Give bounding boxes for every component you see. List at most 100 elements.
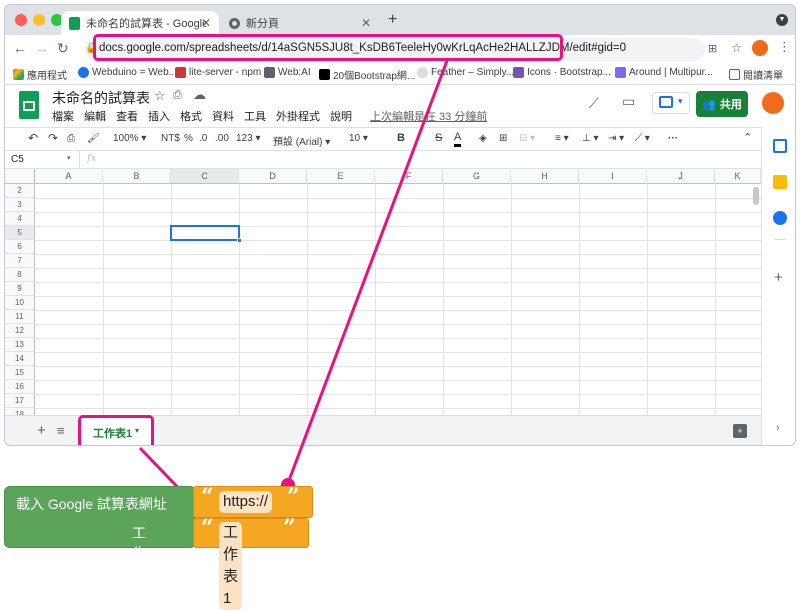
paint-format-icon[interactable]: 🖌 bbox=[87, 133, 100, 144]
vertical-align-icon[interactable]: ⊥ ▾ bbox=[582, 133, 599, 144]
row-header[interactable]: 2 bbox=[5, 184, 35, 198]
row-header[interactable]: 7 bbox=[5, 254, 35, 268]
row-header[interactable]: 8 bbox=[5, 268, 35, 282]
text-color-button[interactable]: A bbox=[454, 131, 462, 147]
italic-button[interactable]: I bbox=[417, 132, 420, 144]
comments-icon[interactable]: ▭ bbox=[622, 93, 635, 110]
column-header[interactable]: H bbox=[511, 169, 579, 184]
column-header[interactable]: F bbox=[375, 169, 443, 184]
menu-insert[interactable]: 插入 bbox=[148, 108, 170, 124]
select-all-corner[interactable] bbox=[5, 169, 35, 184]
merge-cells-icon[interactable]: ⊟ ▾ bbox=[519, 133, 535, 144]
bookmark-apps[interactable]: 應用程式 bbox=[13, 67, 67, 82]
bookmark-webduino[interactable]: Webduino = Web... bbox=[78, 67, 177, 78]
sheet-value-field[interactable]: 工作表1 bbox=[219, 522, 243, 610]
formula-input[interactable] bbox=[105, 151, 755, 169]
currency-button[interactable]: NT$ bbox=[161, 133, 180, 144]
tab-close-icon[interactable]: ✕ bbox=[201, 16, 211, 30]
tasks-icon[interactable] bbox=[773, 211, 787, 225]
menu-edit[interactable]: 編輯 bbox=[84, 108, 106, 124]
horizontal-align-icon[interactable]: ≡ ▾ bbox=[555, 133, 569, 144]
menu-view[interactable]: 查看 bbox=[116, 108, 138, 124]
new-tab-icon[interactable]: + bbox=[388, 11, 397, 29]
tab-sheets[interactable]: 未命名的試算表 - Google 試算表 ✕ bbox=[61, 11, 219, 35]
selected-cell-c5[interactable] bbox=[170, 225, 242, 243]
add-addon-icon[interactable]: + bbox=[774, 269, 783, 286]
font-select[interactable]: 預設 (Arial) ▾ bbox=[273, 133, 330, 148]
font-size-select[interactable]: 10 ▾ bbox=[349, 133, 368, 144]
percent-button[interactable]: % bbox=[184, 133, 193, 144]
row-header[interactable]: 18 bbox=[5, 408, 35, 415]
calendar-icon[interactable] bbox=[773, 139, 787, 153]
column-header[interactable]: G bbox=[443, 169, 511, 184]
bookmark-lite-server[interactable]: lite-server - npm bbox=[175, 67, 261, 78]
column-header[interactable]: B bbox=[103, 169, 171, 184]
chevron-down-icon[interactable]: ▾ bbox=[67, 154, 71, 162]
menu-data[interactable]: 資料 bbox=[212, 108, 234, 124]
row-header[interactable]: 9 bbox=[5, 282, 35, 296]
all-sheets-icon[interactable]: ≡ bbox=[57, 423, 65, 438]
row-header[interactable]: 13 bbox=[5, 338, 35, 352]
row-header[interactable]: 10 bbox=[5, 296, 35, 310]
text-wrap-icon[interactable]: ⇥ ▾ bbox=[608, 133, 624, 144]
undo-icon[interactable]: ↶ bbox=[28, 131, 38, 145]
more-formats-select[interactable]: 123 ▾ bbox=[236, 133, 261, 144]
reload-icon[interactable]: ↻ bbox=[57, 40, 69, 57]
fill-handle[interactable] bbox=[237, 238, 242, 243]
menu-format[interactable]: 格式 bbox=[180, 108, 202, 124]
tab-new[interactable]: 新分頁 ✕ bbox=[221, 11, 379, 35]
url-value-field[interactable]: https:// bbox=[219, 491, 273, 513]
spreadsheet-grid[interactable]: A B C D E F G H I J K 2 3 4 5 6 7 8 9 10… bbox=[5, 169, 761, 415]
print-icon[interactable]: ⎙ bbox=[67, 133, 75, 144]
move-folder-icon[interactable]: ⎙ bbox=[173, 89, 182, 102]
column-header[interactable]: E bbox=[307, 169, 375, 184]
text-rotate-icon[interactable]: ⟋ ▾ bbox=[635, 133, 650, 144]
bold-button[interactable]: B bbox=[397, 132, 405, 144]
menu-tools[interactable]: 工具 bbox=[244, 108, 266, 124]
column-header[interactable]: D bbox=[239, 169, 307, 184]
column-header[interactable]: I bbox=[579, 169, 647, 184]
tab-search-icon[interactable]: ▼ bbox=[776, 14, 788, 26]
row-header[interactable]: 14 bbox=[5, 352, 35, 366]
increase-decimal-button[interactable]: .00 bbox=[215, 133, 229, 144]
row-header[interactable]: 4 bbox=[5, 212, 35, 226]
activity-trend-icon[interactable]: ⟋ bbox=[589, 95, 599, 112]
column-header[interactable]: A bbox=[35, 169, 103, 184]
row-header[interactable]: 5 bbox=[5, 226, 35, 240]
zoom-select[interactable]: 100% ▾ bbox=[113, 133, 146, 144]
chevron-right-icon[interactable]: › bbox=[776, 422, 780, 434]
collapse-chevron-up-icon[interactable]: ⌃ bbox=[743, 131, 752, 144]
bookmark-around[interactable]: Around | Multipur... bbox=[615, 67, 713, 78]
borders-icon[interactable]: ⊞ bbox=[499, 133, 507, 144]
row-header[interactable]: 17 bbox=[5, 394, 35, 408]
present-button[interactable]: ▾ bbox=[652, 92, 690, 114]
qr-code-icon[interactable]: ⊞ bbox=[708, 42, 717, 55]
account-avatar[interactable] bbox=[762, 92, 784, 114]
row-header[interactable]: 12 bbox=[5, 324, 35, 338]
more-toolbar-button[interactable]: ··· bbox=[668, 133, 678, 144]
bookmark-star-icon[interactable]: ☆ bbox=[731, 41, 742, 55]
menu-help[interactable]: 說明 bbox=[330, 108, 352, 124]
row-header[interactable]: 11 bbox=[5, 310, 35, 324]
bookmark-feather[interactable]: Feather – Simply... bbox=[417, 67, 514, 78]
star-icon[interactable]: ☆ bbox=[154, 88, 166, 104]
sheets-logo-icon[interactable] bbox=[19, 91, 39, 119]
back-icon[interactable]: ← bbox=[13, 40, 27, 56]
bookmark-web-ai[interactable]: Web:AI bbox=[264, 67, 311, 78]
decrease-decimal-button[interactable]: .0 bbox=[199, 133, 207, 144]
last-edit-link[interactable]: 上次編輯是在 33 分鐘前 bbox=[370, 108, 487, 124]
menu-addons[interactable]: 外掛程式 bbox=[276, 108, 320, 124]
bookmark-bootstrap-icons[interactable]: Icons · Bootstrap... bbox=[513, 67, 611, 78]
share-button[interactable]: 👥 共用 bbox=[696, 91, 748, 117]
reading-list[interactable]: 閱讀清單 bbox=[729, 67, 783, 82]
menu-dots-icon[interactable]: ⋮ bbox=[778, 39, 791, 55]
menu-file[interactable]: 檔案 bbox=[52, 108, 74, 124]
profile-avatar[interactable] bbox=[752, 40, 768, 56]
redo-icon[interactable]: ↷ bbox=[48, 131, 58, 145]
column-header[interactable]: J bbox=[647, 169, 715, 184]
fill-color-icon[interactable]: ◈ bbox=[479, 133, 487, 144]
row-header[interactable]: 6 bbox=[5, 240, 35, 254]
minimize-window-button[interactable] bbox=[33, 14, 45, 26]
name-box[interactable]: C5 bbox=[11, 154, 24, 165]
vertical-scrollbar[interactable] bbox=[753, 187, 759, 205]
